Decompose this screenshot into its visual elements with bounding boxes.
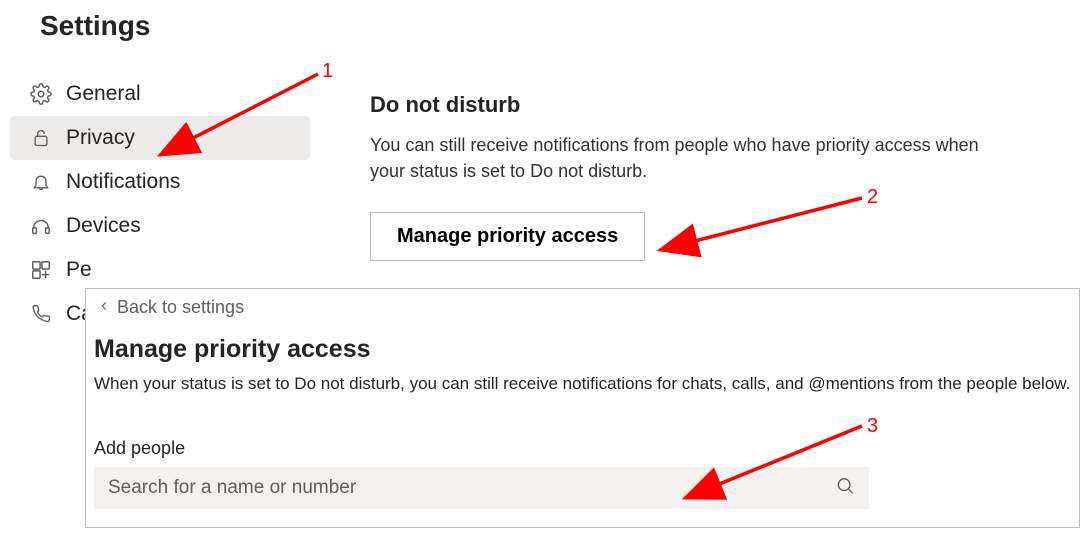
search-input[interactable]: [108, 477, 823, 499]
overlay-description: When your status is set to Do not distur…: [94, 374, 1071, 394]
devices-icon: [30, 215, 52, 237]
sidebar-item-label: Notifications: [66, 170, 180, 194]
search-icon: [835, 476, 855, 501]
sidebar-item-label: Devices: [66, 214, 141, 238]
manage-priority-access-button[interactable]: Manage priority access: [370, 212, 645, 261]
sidebar-item-label: General: [66, 82, 141, 106]
add-people-label: Add people: [94, 438, 1071, 459]
calls-icon: [30, 303, 52, 325]
permissions-icon: [30, 259, 52, 281]
sidebar-item-notifications[interactable]: Notifications: [10, 160, 310, 204]
sidebar-item-label: Pe: [66, 258, 92, 282]
page-title: Settings: [0, 0, 1080, 42]
sidebar-item-label: Privacy: [66, 126, 135, 150]
sidebar-item-general[interactable]: General: [10, 72, 310, 116]
back-to-settings-link[interactable]: Back to settings: [95, 295, 250, 320]
back-label: Back to settings: [117, 297, 244, 318]
sidebar-item-permissions[interactable]: Pe: [10, 248, 310, 292]
search-field-wrapper[interactable]: [94, 467, 869, 509]
annotation-number-1: 1: [322, 60, 333, 83]
gear-icon: [30, 83, 52, 105]
annotation-number-2: 2: [867, 186, 878, 209]
manage-priority-access-panel: Manage priority access When your status …: [85, 288, 1080, 528]
dnd-description: You can still receive notifications from…: [370, 132, 1010, 184]
overlay-title: Manage priority access: [94, 335, 1071, 364]
chevron-left-icon: [97, 297, 111, 318]
sidebar-item-devices[interactable]: Devices: [10, 204, 310, 248]
dnd-heading: Do not disturb: [370, 92, 1050, 118]
bell-icon: [30, 171, 52, 193]
annotation-number-3: 3: [867, 415, 878, 438]
lock-icon: [30, 127, 52, 149]
sidebar-item-privacy[interactable]: Privacy: [10, 116, 310, 160]
